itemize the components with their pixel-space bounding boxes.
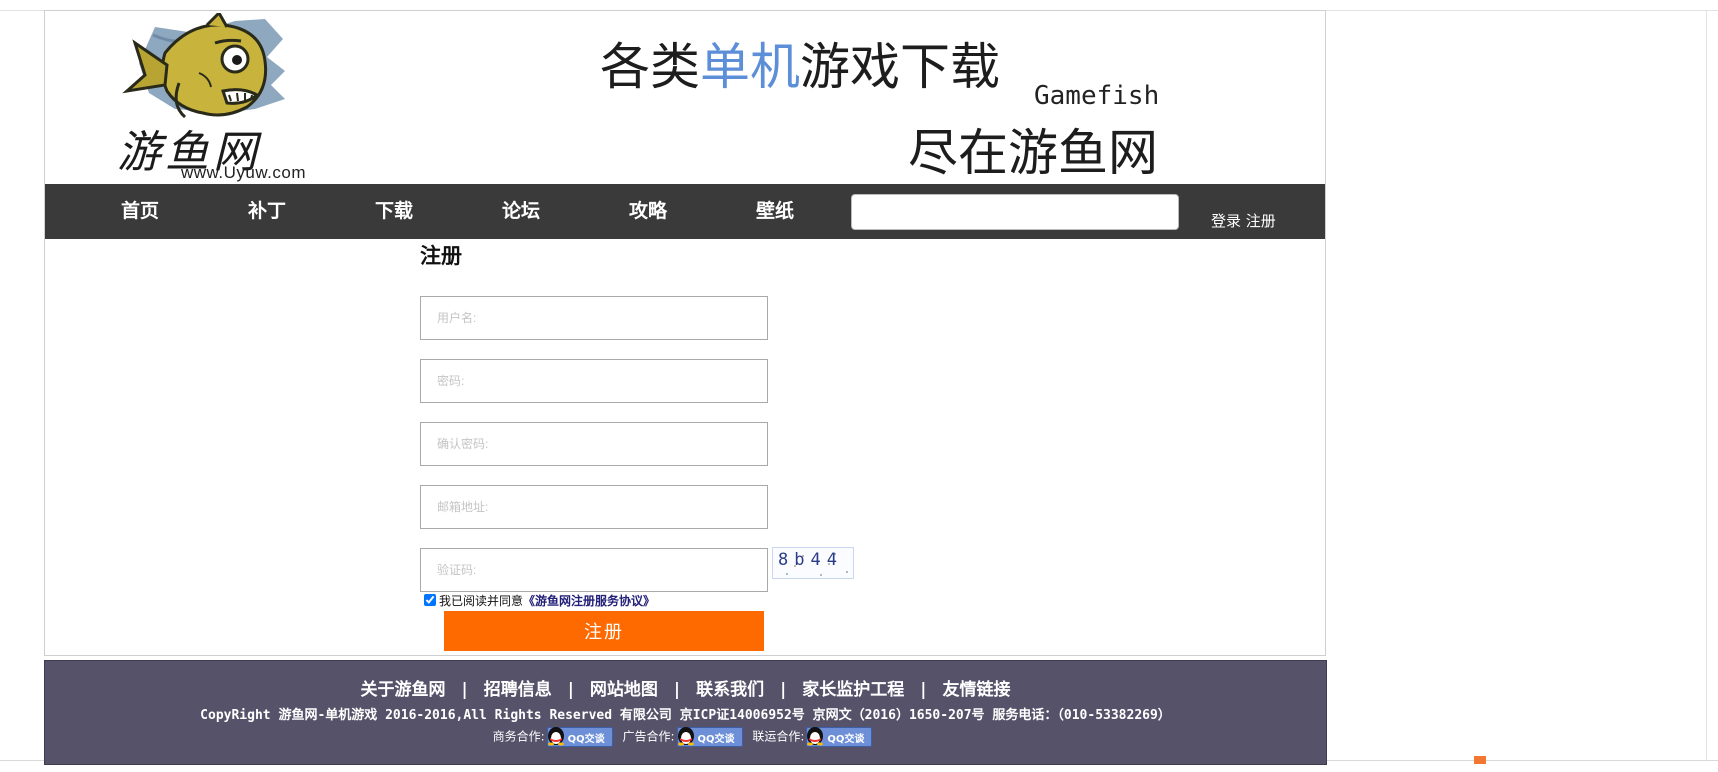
footer-link-friends[interactable]: 友情链接 bbox=[942, 680, 1010, 700]
auth-links: 登录 注册 bbox=[1211, 210, 1276, 231]
qq-penguin-icon bbox=[807, 727, 824, 746]
nav-item-forum[interactable]: 论坛 bbox=[456, 184, 586, 239]
captcha-image[interactable]: 8b44 bbox=[772, 547, 854, 579]
joint-ops-coop-label: 联运合作: bbox=[752, 729, 805, 744]
window-right-border bbox=[1706, 10, 1707, 760]
site-logo[interactable]: 游鱼网 www.Uyuw.com bbox=[115, 13, 350, 182]
search-input[interactable] bbox=[851, 194, 1179, 230]
cooperation-row: 商务合作: QQ交谈 广告合作: QQ交谈 联运合作: QQ交谈 bbox=[45, 727, 1326, 747]
corner-widget-icon bbox=[1474, 756, 1486, 764]
service-agreement-link[interactable]: 《游鱼网注册服务协议》 bbox=[523, 594, 655, 608]
business-coop-label: 商务合作: bbox=[492, 729, 545, 744]
qq-chat-button-ads[interactable]: QQ交谈 bbox=[676, 727, 743, 747]
footer-separator: | bbox=[461, 680, 468, 700]
slogan-line-1-start: 各类 bbox=[600, 38, 700, 96]
confirm-password-input[interactable] bbox=[420, 422, 768, 466]
footer-separator: | bbox=[567, 680, 574, 700]
agreement-row: 我已阅读并同意《游鱼网注册服务协议》 bbox=[424, 592, 655, 609]
captcha-text: 8b44 bbox=[778, 550, 843, 570]
main-nav: 首页 补丁 下载 论坛 攻略 壁纸 登录 注册 bbox=[45, 184, 1325, 239]
qq-chat-label: QQ交谈 bbox=[827, 734, 865, 745]
agree-text: 我已阅读并同意 bbox=[439, 594, 524, 608]
slogan-english: Gamefish bbox=[1034, 81, 1160, 111]
footer-links: 关于游鱼网 | 招聘信息 | 网站地图 | 联系我们 | 家长监护工程 | 友情链接 bbox=[45, 675, 1326, 700]
slogan-line-1: 各类单机游戏下载 bbox=[600, 27, 1000, 99]
login-link[interactable]: 登录 bbox=[1211, 212, 1241, 230]
slogan-line-2: 尽在游鱼网 bbox=[908, 124, 1158, 182]
qq-chat-label: QQ交谈 bbox=[697, 734, 735, 745]
nav-item-guide[interactable]: 攻略 bbox=[583, 184, 713, 239]
email-input[interactable] bbox=[420, 485, 768, 529]
nav-item-download[interactable]: 下载 bbox=[329, 184, 459, 239]
footer-link-jobs[interactable]: 招聘信息 bbox=[484, 680, 552, 700]
qq-penguin-icon bbox=[677, 727, 694, 746]
nav-item-home[interactable]: 首页 bbox=[75, 184, 205, 239]
footer-link-about[interactable]: 关于游鱼网 bbox=[361, 680, 446, 700]
qq-chat-label: QQ交谈 bbox=[567, 734, 605, 745]
footer-separator: | bbox=[920, 680, 927, 700]
qq-chat-button-joint-ops[interactable]: QQ交谈 bbox=[806, 727, 873, 747]
site-footer: 关于游鱼网 | 招聘信息 | 网站地图 | 联系我们 | 家长监护工程 | 友情链接 CopyRig… bbox=[44, 660, 1327, 765]
qq-penguin-icon bbox=[547, 727, 564, 746]
agree-checkbox[interactable] bbox=[424, 594, 436, 606]
logo-url: www.Uyuw.com bbox=[181, 163, 307, 182]
footer-separator: | bbox=[780, 680, 787, 700]
footer-link-contact[interactable]: 联系我们 bbox=[696, 680, 764, 700]
password-input[interactable] bbox=[420, 359, 768, 403]
captcha-input[interactable] bbox=[420, 548, 768, 592]
nav-item-patch[interactable]: 补丁 bbox=[202, 184, 332, 239]
register-link[interactable]: 注册 bbox=[1246, 212, 1276, 230]
register-submit-button[interactable]: 注册 bbox=[444, 611, 764, 651]
qq-chat-button-business[interactable]: QQ交谈 bbox=[546, 727, 613, 747]
footer-link-parental[interactable]: 家长监护工程 bbox=[802, 680, 904, 700]
footer-separator: | bbox=[673, 680, 681, 700]
nav-item-wallpaper[interactable]: 壁纸 bbox=[710, 184, 840, 239]
copyright-text: CopyRight 游鱼网-单机游戏 2016-2016,All Rights … bbox=[200, 708, 1171, 723]
ad-coop-label: 广告合作: bbox=[622, 729, 675, 744]
username-input[interactable] bbox=[420, 296, 768, 340]
slogan-line-1-end: 游戏下载 bbox=[800, 38, 1000, 96]
slogan-line-1-highlight: 单机 bbox=[700, 38, 800, 96]
page-title: 注册 bbox=[420, 243, 462, 268]
site-header: 游鱼网 www.Uyuw.com 各类单机游戏下载 Gamefish 尽在游鱼网 bbox=[45, 11, 1325, 183]
footer-link-sitemap[interactable]: 网站地图 bbox=[590, 680, 658, 700]
